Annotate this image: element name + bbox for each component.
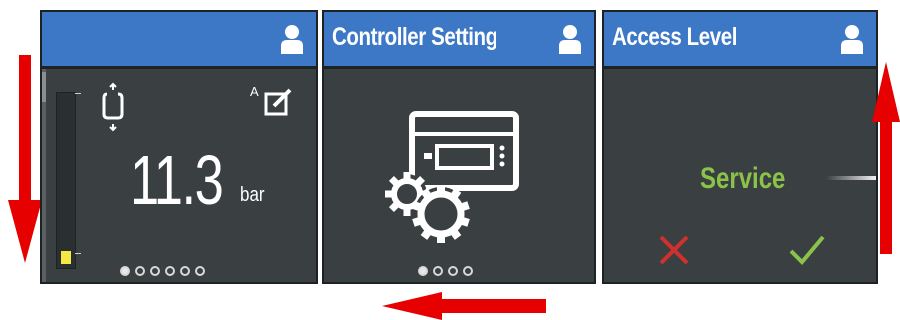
page-dot[interactable] [135, 266, 145, 276]
measurement-header [42, 12, 316, 69]
access-level-screen[interactable]: Access Level Service [602, 10, 878, 284]
swipe-down-arrow [8, 55, 42, 263]
pressure-value: 11.3 [130, 141, 224, 219]
access-level-value[interactable]: Service [700, 162, 785, 196]
page-dot[interactable] [120, 266, 130, 276]
page-dot[interactable] [463, 266, 473, 276]
pressure-unit: bar [240, 184, 265, 206]
page-dot[interactable] [165, 266, 175, 276]
page-indicator[interactable] [120, 266, 205, 276]
page-dot[interactable] [195, 266, 205, 276]
level-bar [56, 92, 81, 269]
access-level-title: Access Level [612, 23, 738, 51]
confirm-check-icon[interactable] [788, 234, 826, 266]
controller-setting-header: Controller Setting [324, 12, 594, 69]
edit-icon[interactable] [264, 88, 294, 116]
mode-label: A [250, 84, 259, 99]
cancel-x-icon[interactable] [658, 234, 690, 266]
access-level-header: Access Level [604, 12, 876, 69]
controller-setting-screen[interactable]: Controller Setting [322, 10, 596, 284]
page-dot[interactable] [433, 266, 443, 276]
measurement-screen[interactable]: A 11.3 bar [40, 10, 318, 284]
page-dot[interactable] [418, 266, 428, 276]
scroll-thumb[interactable] [42, 72, 46, 102]
controller-setting-title: Controller Setting [332, 23, 496, 51]
switch-mode-icon[interactable] [100, 82, 126, 132]
page-indicator[interactable] [418, 266, 473, 276]
controller-gear-icon[interactable] [379, 104, 529, 254]
level-bar-fill [61, 251, 71, 264]
swipe-up-arrow [872, 62, 900, 254]
page-dot[interactable] [150, 266, 160, 276]
user-icon[interactable] [840, 24, 864, 54]
scroll-indicator [826, 176, 876, 180]
page-dot[interactable] [448, 266, 458, 276]
user-icon[interactable] [280, 24, 304, 54]
user-icon[interactable] [558, 24, 582, 54]
swipe-left-arrow [382, 292, 546, 320]
page-dot[interactable] [180, 266, 190, 276]
